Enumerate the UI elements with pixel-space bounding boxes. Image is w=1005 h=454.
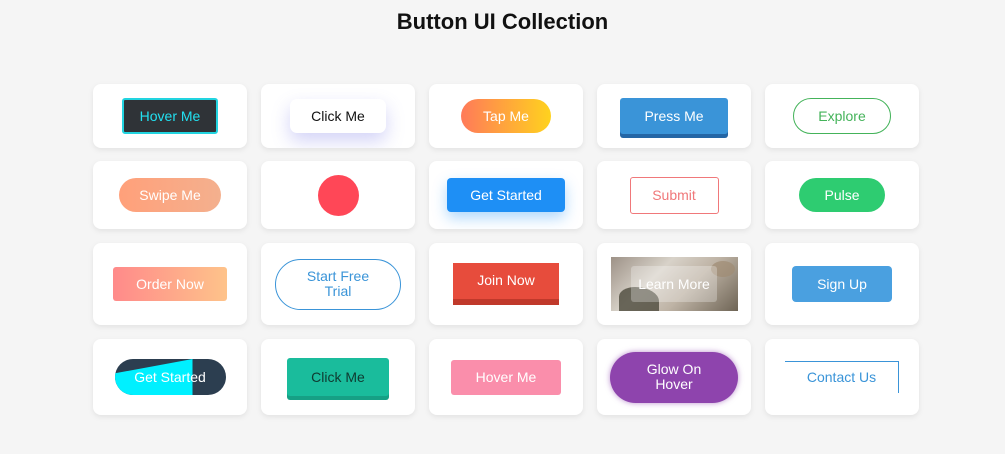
submit-button[interactable]: Submit <box>629 176 719 214</box>
button-card: Explore <box>765 84 919 148</box>
start-free-trial-button[interactable]: Start Free Trial <box>275 258 401 310</box>
button-card: Tap Me <box>429 84 583 148</box>
button-card: Learn More <box>597 243 751 325</box>
get-started-slide-button[interactable]: Get Started <box>114 359 226 395</box>
get-started-button[interactable]: Get Started <box>447 178 565 212</box>
page-title: Button UI Collection <box>396 9 609 34</box>
button-card <box>261 161 415 229</box>
click-me-3d-button[interactable]: Click Me <box>287 358 389 396</box>
button-card: Submit <box>597 161 751 229</box>
button-card: Join Now <box>429 243 583 325</box>
order-now-button[interactable]: Order Now <box>113 267 227 301</box>
button-card: Hover Me <box>93 84 247 148</box>
get-started-label: Get Started <box>134 368 206 385</box>
explore-button[interactable]: Explore <box>793 98 891 134</box>
button-card: Order Now <box>93 243 247 325</box>
sign-up-button[interactable]: Sign Up <box>792 266 892 302</box>
hover-me-pink-button[interactable]: Hover Me <box>451 359 561 395</box>
learn-more-button[interactable]: Learn More <box>631 266 717 302</box>
button-card: Pulse <box>765 161 919 229</box>
press-me-button[interactable]: Press Me <box>620 98 728 134</box>
learn-more-image-frame: Learn More <box>610 257 738 311</box>
button-card: Contact Us <box>765 339 919 415</box>
button-grid: Hover Me Click Me Tap Me Press Me Explor… <box>93 84 919 428</box>
button-card: Get Started <box>93 339 247 415</box>
button-card: Start Free Trial <box>261 243 415 325</box>
button-card: Get Started <box>429 161 583 229</box>
button-card: Sign Up <box>765 243 919 325</box>
button-card: Swipe Me <box>93 161 247 229</box>
circle-button[interactable] <box>317 174 359 216</box>
swipe-me-button[interactable]: Swipe Me <box>119 178 221 212</box>
glow-on-hover-button[interactable]: Glow On Hover <box>610 351 738 403</box>
button-card: Hover Me <box>429 339 583 415</box>
button-card: Glow On Hover <box>597 339 751 415</box>
button-card: Click Me <box>261 84 415 148</box>
button-card: Press Me <box>597 84 751 148</box>
pulse-button[interactable]: Pulse <box>799 178 885 212</box>
hover-me-button[interactable]: Hover Me <box>122 98 218 134</box>
click-me-button[interactable]: Click Me <box>290 99 386 133</box>
tap-me-button[interactable]: Tap Me <box>461 99 551 133</box>
button-card: Click Me <box>261 339 415 415</box>
contact-us-button[interactable]: Contact Us <box>785 361 899 393</box>
join-now-button[interactable]: Join Now <box>453 263 559 305</box>
